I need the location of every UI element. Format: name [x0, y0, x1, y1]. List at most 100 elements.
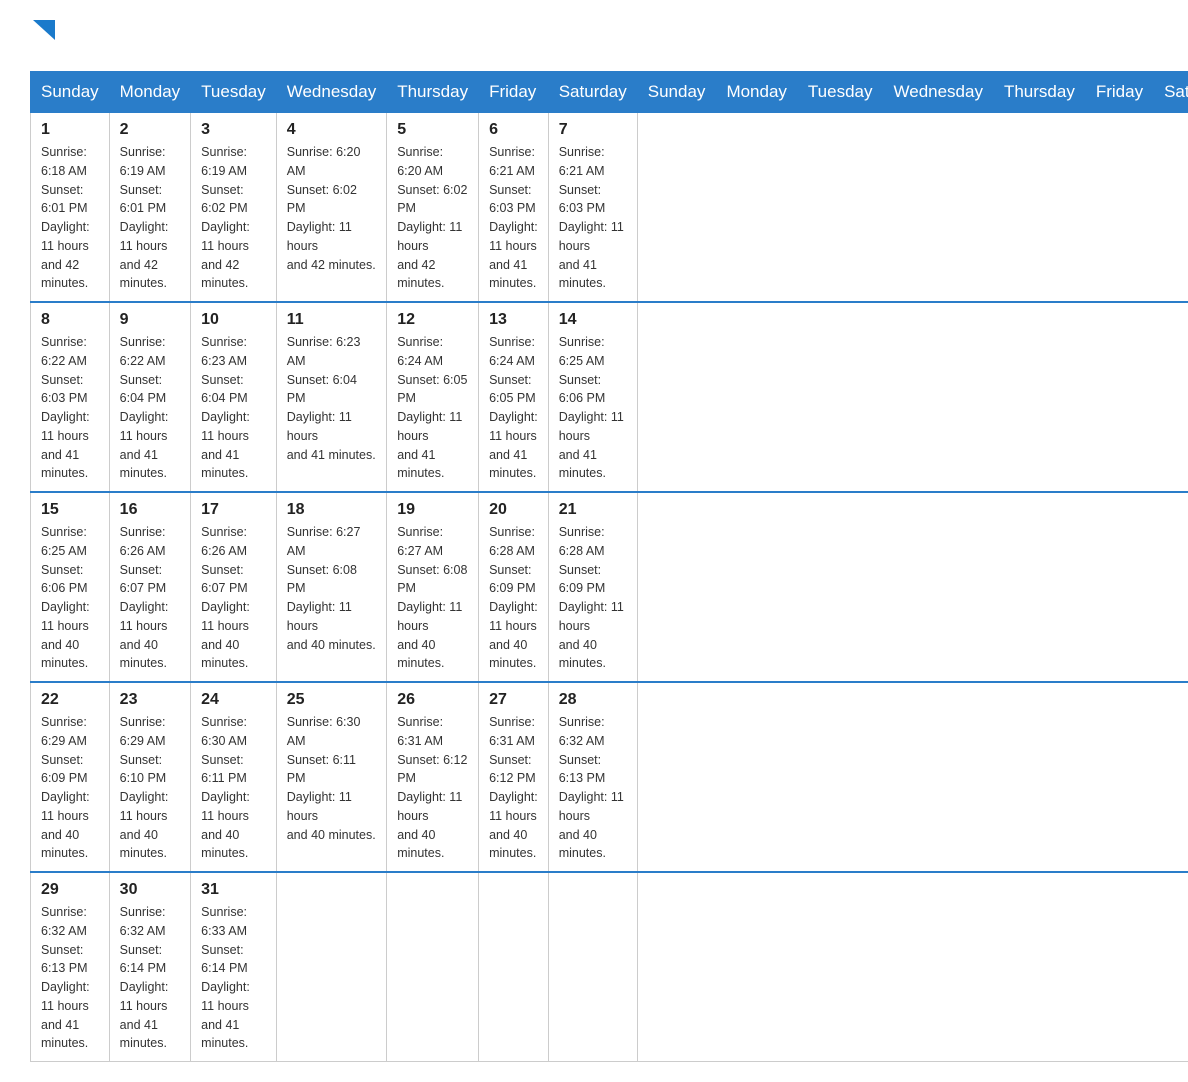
calendar-cell: 18 Sunrise: 6:27 AMSunset: 6:08 PMDayligh…	[276, 492, 386, 682]
day-number: 21	[559, 501, 627, 519]
day-info: Sunrise: 6:32 AMSunset: 6:14 PMDaylight:…	[120, 903, 180, 1053]
calendar-cell: 10 Sunrise: 6:23 AMSunset: 6:04 PMDayligh…	[191, 302, 277, 492]
calendar-cell: 2 Sunrise: 6:19 AMSunset: 6:01 PMDaylight…	[109, 113, 190, 303]
day-number: 29	[41, 881, 99, 899]
calendar-cell: 12 Sunrise: 6:24 AMSunset: 6:05 PMDayligh…	[387, 302, 479, 492]
col-header-monday: Monday	[716, 72, 797, 113]
calendar-cell: 3Sunrise: 6:19 AMSunset: 6:02 PMDaylight…	[191, 113, 277, 303]
col-header-tuesday: Tuesday	[797, 72, 883, 113]
page-header	[30, 20, 1158, 51]
calendar-cell: 14 Sunrise: 6:25 AMSunset: 6:06 PMDayligh…	[548, 302, 637, 492]
day-info: Sunrise: 6:30 AMSunset: 6:11 PMDaylight:…	[287, 713, 376, 844]
calendar-cell: 23Sunrise: 6:29 AMSunset: 6:10 PMDayligh…	[109, 682, 190, 872]
calendar-week-row: 8Sunrise: 6:22 AMSunset: 6:03 PMDaylight…	[31, 302, 1188, 492]
calendar-week-row: 29 Sunrise: 6:32 AMSunset: 6:13 PMDayligh…	[31, 872, 1188, 1062]
day-number: 14	[559, 311, 627, 329]
day-number: 24	[201, 691, 266, 709]
calendar-week-row: 1 Sunrise: 6:18 AMSunset: 6:01 PMDaylight…	[31, 113, 1188, 303]
day-number: 12	[397, 311, 468, 329]
calendar-week-row: 15 Sunrise: 6:25 AMSunset: 6:06 PMDayligh…	[31, 492, 1188, 682]
day-info: Sunrise: 6:26 AMSunset: 6:07 PMDaylight:…	[201, 523, 266, 673]
calendar-cell: 31 Sunrise: 6:33 AMSunset: 6:14 PMDayligh…	[191, 872, 277, 1062]
calendar-cell: 29 Sunrise: 6:32 AMSunset: 6:13 PMDayligh…	[31, 872, 110, 1062]
day-number: 26	[397, 691, 468, 709]
day-number: 17	[201, 501, 266, 519]
calendar-cell: 8Sunrise: 6:22 AMSunset: 6:03 PMDaylight…	[31, 302, 110, 492]
day-info: Sunrise: 6:29 AMSunset: 6:09 PMDaylight:…	[41, 713, 99, 863]
col-header-wednesday: Wednesday	[276, 72, 386, 113]
day-number: 15	[41, 501, 99, 519]
calendar-cell: 16 Sunrise: 6:26 AMSunset: 6:07 PMDayligh…	[109, 492, 190, 682]
calendar-cell: 5 Sunrise: 6:20 AMSunset: 6:02 PMDaylight…	[387, 113, 479, 303]
day-number: 7	[559, 121, 627, 139]
col-header-saturday: Saturday	[548, 72, 637, 113]
calendar-cell: 26 Sunrise: 6:31 AMSunset: 6:12 PMDayligh…	[387, 682, 479, 872]
day-info: Sunrise: 6:26 AMSunset: 6:07 PMDaylight:…	[120, 523, 180, 673]
calendar-week-row: 22Sunrise: 6:29 AMSunset: 6:09 PMDayligh…	[31, 682, 1188, 872]
day-info: Sunrise: 6:25 AMSunset: 6:06 PMDaylight:…	[559, 333, 627, 483]
col-header-sunday: Sunday	[31, 72, 110, 113]
day-number: 11	[287, 311, 376, 329]
day-info: Sunrise: 6:20 AMSunset: 6:02 PMDaylight:…	[397, 143, 468, 293]
day-info: Sunrise: 6:19 AMSunset: 6:01 PMDaylight:…	[120, 143, 180, 293]
day-info: Sunrise: 6:27 AMSunset: 6:08 PMDaylight:…	[287, 523, 376, 654]
day-info: Sunrise: 6:33 AMSunset: 6:14 PMDaylight:…	[201, 903, 266, 1053]
day-number: 4	[287, 121, 376, 139]
day-info: Sunrise: 6:21 AMSunset: 6:03 PMDaylight:…	[559, 143, 627, 293]
calendar-cell: 24Sunrise: 6:30 AMSunset: 6:11 PMDayligh…	[191, 682, 277, 872]
col-header-friday: Friday	[479, 72, 549, 113]
day-number: 20	[489, 501, 538, 519]
day-number: 25	[287, 691, 376, 709]
calendar-table: SundayMondayTuesdayWednesdayThursdayFrid…	[30, 71, 1188, 1062]
day-number: 16	[120, 501, 180, 519]
col-header-thursday: Thursday	[387, 72, 479, 113]
day-info: Sunrise: 6:32 AMSunset: 6:13 PMDaylight:…	[41, 903, 99, 1053]
day-info: Sunrise: 6:21 AMSunset: 6:03 PMDaylight:…	[489, 143, 538, 293]
day-number: 10	[201, 311, 266, 329]
day-info: Sunrise: 6:28 AMSunset: 6:09 PMDaylight:…	[559, 523, 627, 673]
logo-arrow-icon	[33, 20, 55, 53]
day-info: Sunrise: 6:25 AMSunset: 6:06 PMDaylight:…	[41, 523, 99, 673]
col-header-thursday: Thursday	[993, 72, 1085, 113]
day-number: 5	[397, 121, 468, 139]
day-number: 28	[559, 691, 627, 709]
day-info: Sunrise: 6:23 AMSunset: 6:04 PMDaylight:…	[287, 333, 376, 464]
day-info: Sunrise: 6:23 AMSunset: 6:04 PMDaylight:…	[201, 333, 266, 483]
day-number: 9	[120, 311, 180, 329]
calendar-cell: 30Sunrise: 6:32 AMSunset: 6:14 PMDayligh…	[109, 872, 190, 1062]
day-number: 6	[489, 121, 538, 139]
day-info: Sunrise: 6:29 AMSunset: 6:10 PMDaylight:…	[120, 713, 180, 863]
calendar-cell: 28Sunrise: 6:32 AMSunset: 6:13 PMDayligh…	[548, 682, 637, 872]
logo	[30, 20, 55, 51]
day-number: 2	[120, 121, 180, 139]
calendar-cell: 19 Sunrise: 6:27 AMSunset: 6:08 PMDayligh…	[387, 492, 479, 682]
day-info: Sunrise: 6:18 AMSunset: 6:01 PMDaylight:…	[41, 143, 99, 293]
calendar-cell: 27Sunrise: 6:31 AMSunset: 6:12 PMDayligh…	[479, 682, 549, 872]
day-info: Sunrise: 6:22 AMSunset: 6:04 PMDaylight:…	[120, 333, 180, 483]
day-number: 1	[41, 121, 99, 139]
day-info: Sunrise: 6:24 AMSunset: 6:05 PMDaylight:…	[489, 333, 538, 483]
day-info: Sunrise: 6:27 AMSunset: 6:08 PMDaylight:…	[397, 523, 468, 673]
calendar-cell: 9 Sunrise: 6:22 AMSunset: 6:04 PMDaylight…	[109, 302, 190, 492]
calendar-cell: 20Sunrise: 6:28 AMSunset: 6:09 PMDayligh…	[479, 492, 549, 682]
calendar-cell: 13Sunrise: 6:24 AMSunset: 6:05 PMDayligh…	[479, 302, 549, 492]
calendar-cell: 21 Sunrise: 6:28 AMSunset: 6:09 PMDayligh…	[548, 492, 637, 682]
calendar-cell: 15 Sunrise: 6:25 AMSunset: 6:06 PMDayligh…	[31, 492, 110, 682]
col-header-saturday: Saturday	[1154, 72, 1188, 113]
day-number: 31	[201, 881, 266, 899]
col-header-tuesday: Tuesday	[191, 72, 277, 113]
day-number: 18	[287, 501, 376, 519]
calendar-header-row: SundayMondayTuesdayWednesdayThursdayFrid…	[31, 72, 1188, 113]
calendar-cell: 4Sunrise: 6:20 AMSunset: 6:02 PMDaylight…	[276, 113, 386, 303]
day-info: Sunrise: 6:24 AMSunset: 6:05 PMDaylight:…	[397, 333, 468, 483]
day-number: 19	[397, 501, 468, 519]
calendar-cell	[276, 872, 386, 1062]
calendar-cell	[548, 872, 637, 1062]
day-info: Sunrise: 6:31 AMSunset: 6:12 PMDaylight:…	[397, 713, 468, 863]
col-header-friday: Friday	[1085, 72, 1153, 113]
calendar-cell	[387, 872, 479, 1062]
calendar-cell: 1 Sunrise: 6:18 AMSunset: 6:01 PMDaylight…	[31, 113, 110, 303]
day-info: Sunrise: 6:19 AMSunset: 6:02 PMDaylight:…	[201, 143, 266, 293]
calendar-cell: 6 Sunrise: 6:21 AMSunset: 6:03 PMDaylight…	[479, 113, 549, 303]
day-info: Sunrise: 6:31 AMSunset: 6:12 PMDaylight:…	[489, 713, 538, 863]
